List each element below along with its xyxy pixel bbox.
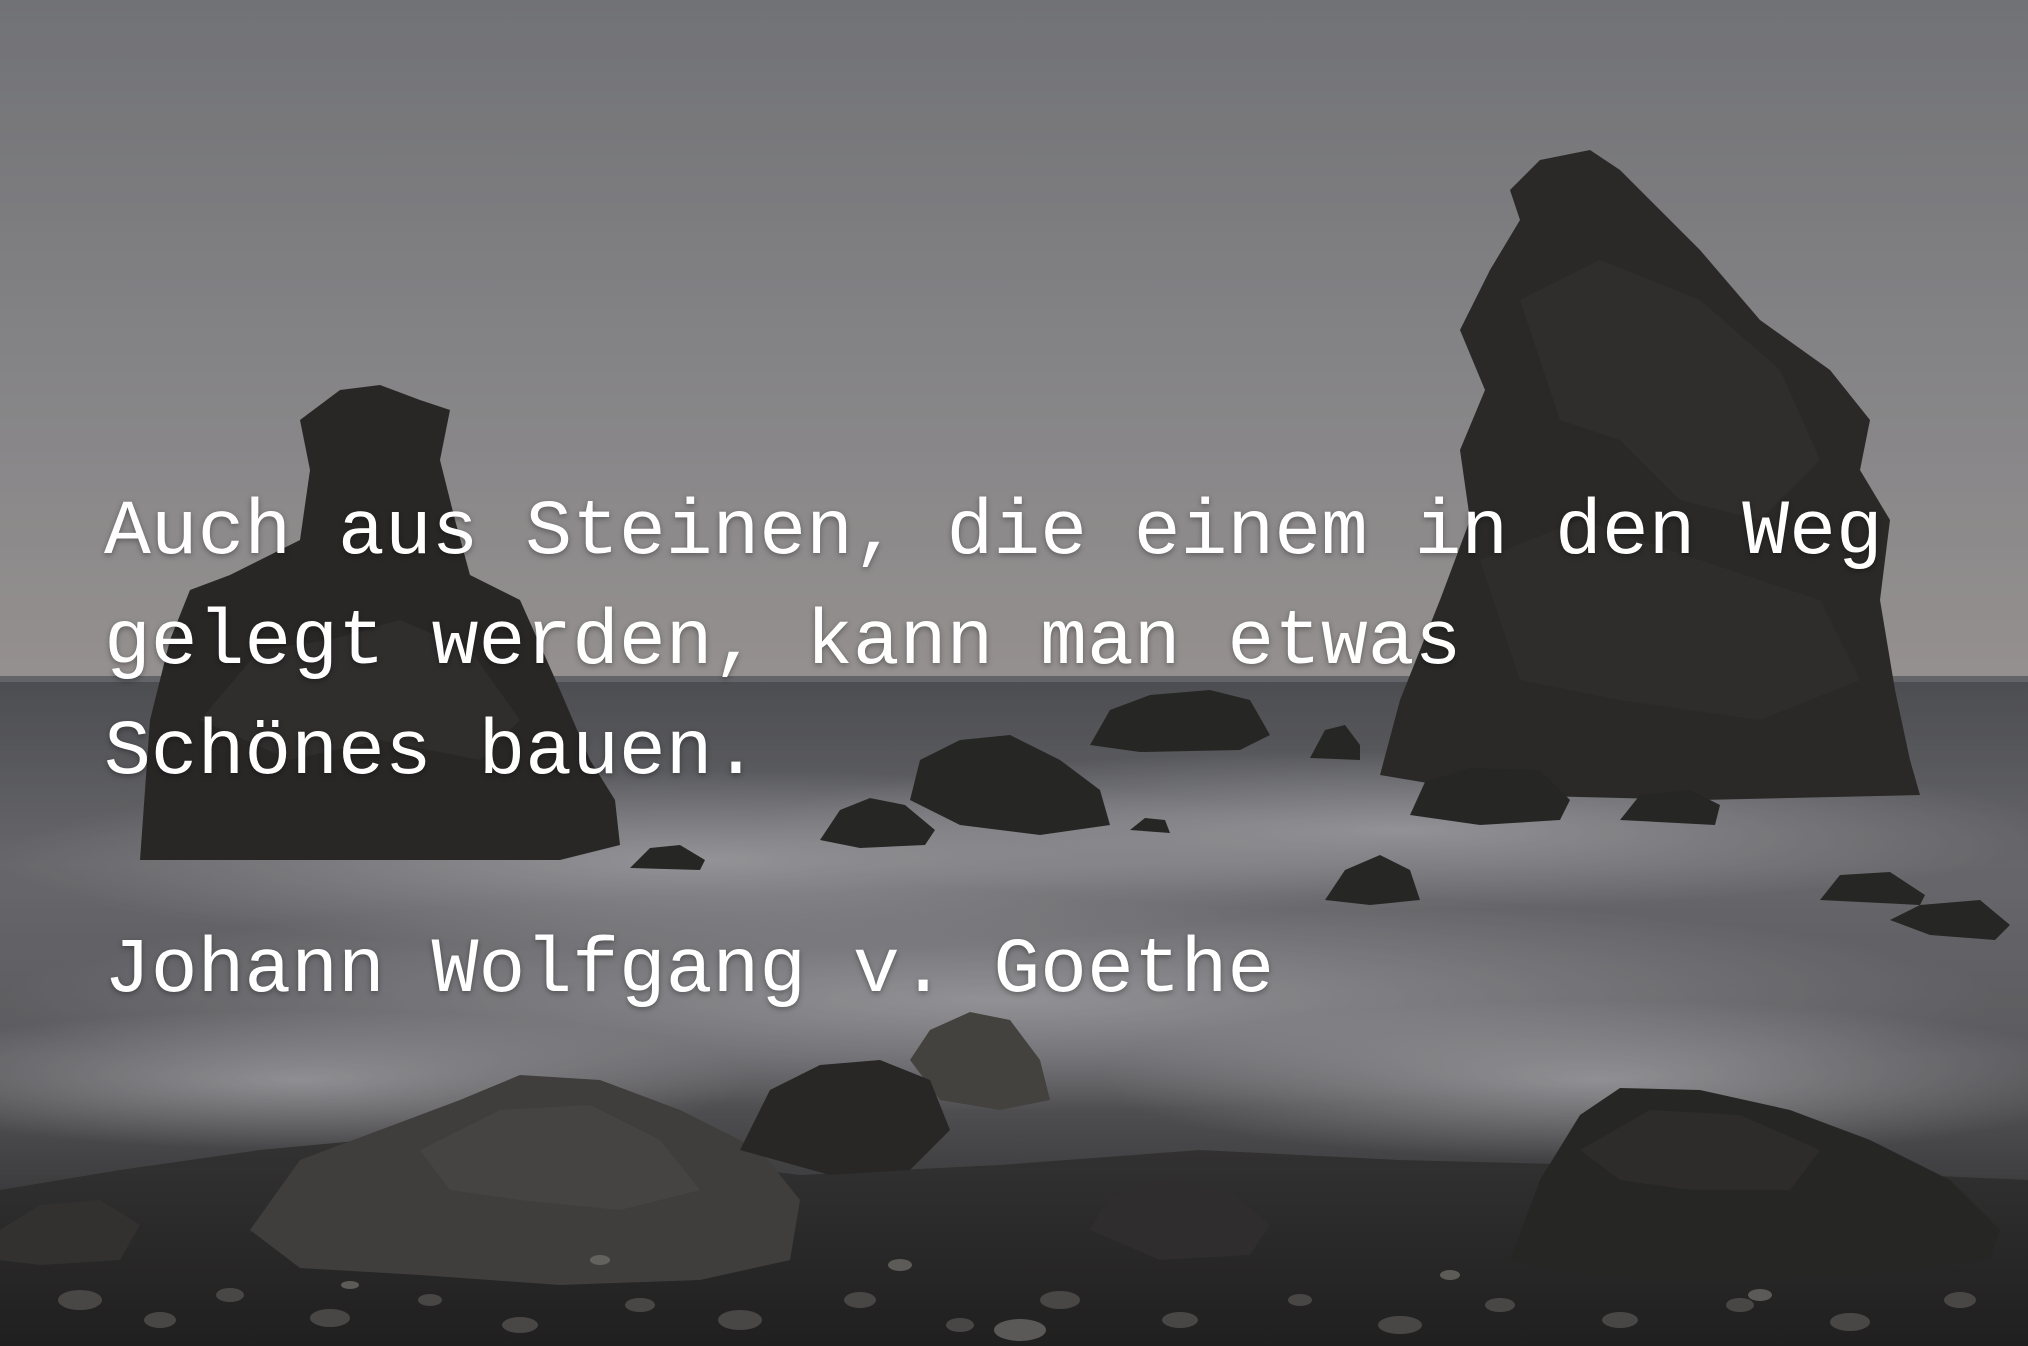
quote-line-2: gelegt werden, kann man etwas xyxy=(104,599,1462,687)
quote-line-3: Schönes bauen. xyxy=(104,709,760,797)
quote-image: Auch aus Steinen, die einem in den Weg g… xyxy=(0,0,2028,1346)
quote-author: Johann Wolfgang v. Goethe xyxy=(104,927,1275,1015)
quote-line-1: Auch aus Steinen, die einem in den Weg xyxy=(104,489,1883,577)
quote-text-block: Auch aus Steinen, die einem in den Weg g… xyxy=(104,478,1984,1026)
